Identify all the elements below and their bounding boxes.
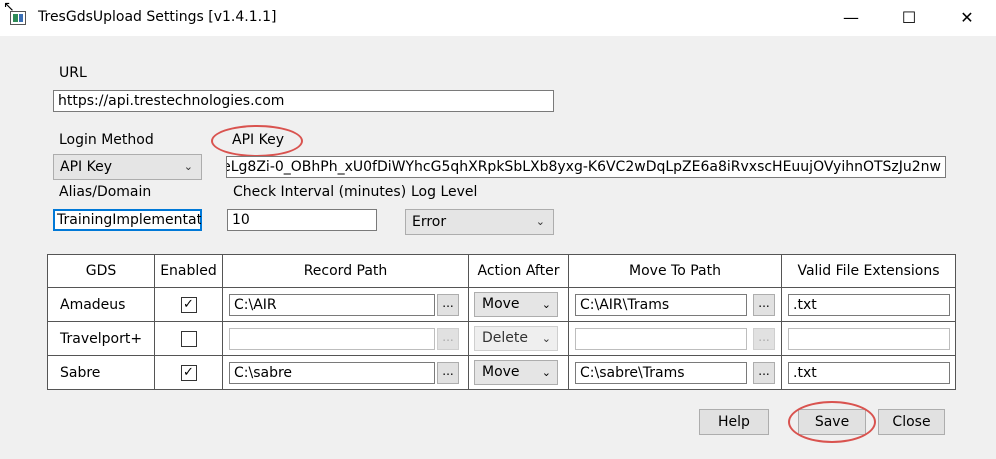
record-path-input[interactable] bbox=[229, 328, 435, 350]
action-after-cell: Move ⌄ bbox=[468, 287, 569, 322]
check-interval-input[interactable]: 10 bbox=[227, 209, 377, 231]
maximize-button[interactable]: ☐ bbox=[880, 0, 938, 36]
action-after-select[interactable]: Move ⌄ bbox=[474, 360, 558, 385]
login-method-label: Login Method bbox=[59, 132, 154, 148]
login-method-value: API Key bbox=[60, 159, 112, 175]
minimize-button[interactable]: — bbox=[822, 0, 880, 36]
save-annotation-ring bbox=[788, 401, 876, 443]
window-title: TresGdsUpload Settings [v1.4.1.1] bbox=[38, 9, 277, 25]
header-valid-extensions[interactable]: Valid File Extensions bbox=[781, 254, 956, 288]
enabled-checkbox[interactable]: ✓ bbox=[180, 296, 197, 313]
app-icon bbox=[10, 11, 26, 25]
extensions-input[interactable]: .txt bbox=[788, 294, 950, 316]
move-path-browse-button[interactable]: ... bbox=[753, 362, 775, 384]
action-after-cell: Delete ⌄ bbox=[468, 321, 569, 356]
record-path-cell: C:\sabre ... bbox=[222, 355, 469, 390]
api-key-annotation-ring bbox=[211, 125, 303, 157]
enabled-cell bbox=[154, 321, 223, 356]
alias-domain-label: Alias/Domain bbox=[59, 184, 152, 200]
chevron-down-icon: ⌄ bbox=[541, 298, 551, 311]
gds-table: GDS Enabled Record Path Action After Mov… bbox=[47, 254, 956, 390]
move-path-browse-button[interactable]: ... bbox=[753, 328, 775, 350]
move-path-input[interactable]: C:\AIR\Trams bbox=[575, 294, 747, 316]
record-path-browse-button[interactable]: ... bbox=[437, 328, 459, 350]
header-gds[interactable]: GDS bbox=[47, 254, 155, 288]
log-level-select[interactable]: Error ⌄ bbox=[405, 209, 554, 235]
table-row: Sabre ✓ C:\sabre ... Move ⌄ C:\sabre\Tram… bbox=[47, 355, 956, 390]
enabled-checkbox[interactable] bbox=[180, 330, 197, 347]
check-interval-label: Check Interval (minutes) bbox=[233, 184, 407, 200]
chevron-down-icon: ⌄ bbox=[183, 160, 193, 173]
move-path-browse-button[interactable]: ... bbox=[753, 294, 775, 316]
record-path-cell: C:\AIR ... bbox=[222, 287, 469, 322]
action-after-select[interactable]: Move ⌄ bbox=[474, 292, 558, 317]
record-path-browse-button[interactable]: ... bbox=[437, 362, 459, 384]
gds-name: Travelport+ bbox=[47, 321, 155, 356]
chevron-down-icon: ⌄ bbox=[541, 366, 551, 379]
login-method-select[interactable]: API Key ⌄ bbox=[53, 154, 202, 180]
action-after-select[interactable]: Delete ⌄ bbox=[474, 326, 558, 351]
move-path-cell: C:\AIR\Trams ... bbox=[568, 287, 782, 322]
action-after-cell: Move ⌄ bbox=[468, 355, 569, 390]
url-label: URL bbox=[59, 65, 87, 81]
table-row: Amadeus ✓ C:\AIR ... Move ⌄ C:\AIR\Trams … bbox=[47, 287, 956, 322]
record-path-input[interactable]: C:\AIR bbox=[229, 294, 435, 316]
table-header-row: GDS Enabled Record Path Action After Mov… bbox=[47, 254, 956, 288]
header-record-path[interactable]: Record Path bbox=[222, 254, 469, 288]
api-key-value: QxKyLfeLg8Zi-0_OBhPh_xU0fDiWYhcG5qhXRpkS… bbox=[226, 159, 941, 175]
record-path-browse-button[interactable]: ... bbox=[437, 294, 459, 316]
record-path-cell: ... bbox=[222, 321, 469, 356]
log-level-label: Log Level bbox=[411, 184, 478, 200]
title-bar: ↖ TresGdsUpload Settings [v1.4.1.1] — ☐ … bbox=[0, 0, 996, 36]
extensions-input[interactable]: .txt bbox=[788, 362, 950, 384]
close-icon: ✕ bbox=[960, 8, 974, 27]
extensions-cell: .txt bbox=[781, 355, 956, 390]
chevron-down-icon: ⌄ bbox=[535, 215, 545, 228]
move-path-cell: ... bbox=[568, 321, 782, 356]
minimize-icon: — bbox=[843, 8, 859, 27]
api-key-input[interactable]: QxKyLfeLg8Zi-0_OBhPh_xU0fDiWYhcG5qhXRpkS… bbox=[226, 156, 946, 178]
close-button[interactable]: Close bbox=[878, 409, 945, 435]
close-window-button[interactable]: ✕ bbox=[938, 0, 996, 36]
alias-domain-input[interactable]: TrainingImplementati bbox=[53, 209, 202, 231]
gds-name: Amadeus bbox=[47, 287, 155, 322]
move-path-input[interactable]: C:\sabre\Trams bbox=[575, 362, 747, 384]
action-after-value: Delete bbox=[482, 330, 528, 346]
enabled-checkbox[interactable]: ✓ bbox=[180, 364, 197, 381]
help-button[interactable]: Help bbox=[699, 409, 769, 435]
action-after-value: Move bbox=[482, 296, 520, 312]
move-path-input[interactable] bbox=[575, 328, 747, 350]
extensions-cell bbox=[781, 321, 956, 356]
enabled-cell: ✓ bbox=[154, 355, 223, 390]
header-enabled[interactable]: Enabled bbox=[154, 254, 223, 288]
url-input[interactable]: https://api.trestechnologies.com bbox=[53, 90, 554, 112]
enabled-cell: ✓ bbox=[154, 287, 223, 322]
move-path-cell: C:\sabre\Trams ... bbox=[568, 355, 782, 390]
action-after-value: Move bbox=[482, 364, 520, 380]
record-path-input[interactable]: C:\sabre bbox=[229, 362, 435, 384]
header-action-after[interactable]: Action After bbox=[468, 254, 569, 288]
table-row: Travelport+ ... Delete ⌄ ... bbox=[47, 321, 956, 356]
log-level-value: Error bbox=[412, 214, 447, 230]
gds-name: Sabre bbox=[47, 355, 155, 390]
chevron-down-icon: ⌄ bbox=[541, 332, 551, 345]
extensions-cell: .txt bbox=[781, 287, 956, 322]
extensions-input[interactable] bbox=[788, 328, 950, 350]
header-move-to-path[interactable]: Move To Path bbox=[568, 254, 782, 288]
maximize-icon: ☐ bbox=[901, 8, 917, 27]
